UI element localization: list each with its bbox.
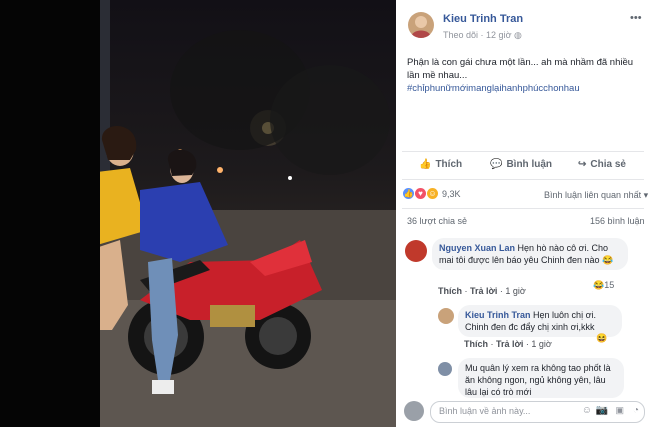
post-photo[interactable] — [100, 0, 396, 427]
share-count[interactable]: 36 lượt chia sẻ — [407, 216, 467, 226]
comment-icon: 💬 — [490, 159, 503, 170]
reply-text: Mu quân lý xem ra không tao phốt là ăn k… — [465, 363, 611, 397]
post-text: Phận là con gái chưa một lần... ah mà nh… — [407, 57, 634, 81]
comment-input[interactable]: Bình luận về ảnh này... ☺ 📷 ▣ ◔ — [430, 401, 645, 423]
more-options-icon[interactable]: ••• — [630, 12, 642, 24]
haha-reaction-icon: 😂 — [593, 280, 605, 290]
globe-icon: ◍ — [513, 30, 522, 40]
like-reaction-icon: 👍 — [403, 188, 414, 199]
comment-button[interactable]: 💬 Bình luận — [490, 159, 552, 170]
comment-like-link[interactable]: Thích — [438, 286, 462, 296]
reactions-summary[interactable]: 👍 ♥ ☺ 9,3K — [403, 188, 461, 199]
like-label: Thích — [435, 159, 463, 170]
reply-time[interactable]: 1 giờ — [531, 339, 551, 349]
reaction-count: 9,3K — [442, 188, 461, 199]
reply-author[interactable]: Kieu Trinh Tran — [465, 310, 531, 320]
comment-actions: Thích · Trả lời · 1 giờ — [438, 286, 526, 296]
haha-reaction-icon: 😆 — [596, 333, 608, 343]
follow-link[interactable]: Theo dõi — [443, 30, 478, 40]
post-hashtag[interactable]: #chỉphunữmớimanglạihanhphúcchonhau — [407, 82, 639, 95]
photo-viewer: Kieu Trinh Tran Theo dõi · 12 giờ ◍ ••• … — [0, 0, 649, 427]
reply-author-avatar[interactable] — [438, 308, 454, 324]
author-avatar[interactable] — [408, 12, 434, 38]
gif-icon[interactable]: ▣ — [615, 405, 624, 416]
comment-sort-dropdown[interactable]: Bình luận liên quan nhất ▾ — [544, 190, 648, 201]
author-name[interactable]: Kieu Trinh Tran — [443, 13, 523, 25]
current-user-avatar — [404, 401, 424, 421]
haha-reaction-icon: ☺ — [427, 188, 438, 199]
viewer-dark-margin — [0, 0, 100, 427]
comment-label: Bình luận — [506, 159, 553, 170]
divider — [402, 179, 644, 180]
reply-actions: Thích · Trả lời · 1 giờ — [464, 339, 552, 349]
reply-bubble: Mu quân lý xem ra không tao phốt là ăn k… — [458, 358, 624, 398]
comment-reactions[interactable]: 😂15 — [593, 280, 614, 291]
emoji-icon[interactable]: ☺ — [582, 405, 592, 416]
comment-time[interactable]: 1 giờ — [505, 286, 525, 296]
post-time[interactable]: 12 giờ — [486, 30, 511, 40]
share-label: Chia sẻ — [590, 159, 626, 170]
reply-author-avatar[interactable] — [438, 362, 452, 376]
reply-reply-link[interactable]: Trả lời — [496, 339, 523, 349]
comment-count[interactable]: 156 bình luận — [590, 216, 645, 226]
sticker-icon[interactable]: ◔ — [633, 405, 639, 416]
reaction-count: 15 — [604, 280, 615, 290]
post-body: Phận là con gái chưa một lần... ah mà nh… — [407, 56, 639, 95]
camera-icon[interactable]: 📷 — [596, 405, 608, 416]
comment-reply-link[interactable]: Trả lời — [470, 286, 497, 296]
comment-bubble: Nguyen Xuan Lan Hẹn hò nào cô ơi. Cho ma… — [432, 238, 628, 270]
thumbs-up-icon: 👍 — [419, 159, 432, 170]
commenter-avatar[interactable] — [405, 240, 427, 262]
comment-input-placeholder: Bình luận về ảnh này... — [439, 406, 531, 416]
photo-area[interactable] — [0, 0, 396, 427]
reply-like-link[interactable]: Thích — [464, 339, 488, 349]
share-button[interactable]: ↪ Chia sẻ — [578, 159, 626, 170]
love-reaction-icon: ♥ — [415, 188, 426, 199]
post-meta: Theo dõi · 12 giờ ◍ — [443, 30, 522, 41]
comment-author[interactable]: Nguyen Xuan Lan — [439, 243, 515, 253]
divider — [402, 151, 644, 152]
divider — [402, 208, 644, 209]
photo-illustration — [100, 0, 396, 427]
like-button[interactable]: 👍 Thích — [419, 159, 462, 170]
share-icon: ↪ — [578, 159, 587, 170]
